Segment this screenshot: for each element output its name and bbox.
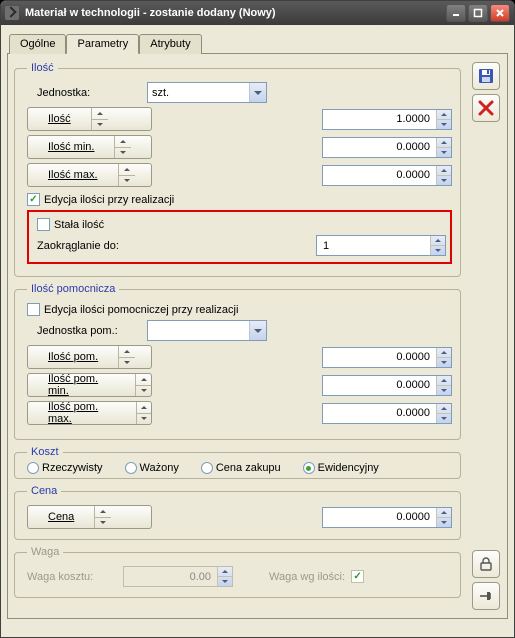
radio-wazony[interactable]: Ważony [125, 462, 179, 474]
ilosc-input[interactable]: 1.0000 [322, 109, 452, 130]
legend-pomoc: Ilość pomocnicza [27, 283, 119, 295]
tab-atrybuty[interactable]: Atrybuty [139, 34, 201, 54]
jednostka-value: szt. [148, 87, 249, 99]
ilosc-pom-min-input[interactable]: 0.0000 [322, 375, 452, 396]
cena-button[interactable]: Cena [27, 505, 152, 529]
radio-rzeczywisty[interactable]: Rzeczywisty [27, 462, 103, 474]
waga-kosztu-input: 0.00 [123, 566, 233, 587]
waga-wg-label: Waga wg ilości: [269, 571, 345, 583]
chevron-down-icon [249, 321, 266, 340]
jednostka-label: Jednostka: [37, 87, 147, 99]
tab-parametry[interactable]: Parametry [66, 34, 139, 54]
ilosc-min-input[interactable]: 0.0000 [322, 137, 452, 158]
close-button[interactable] [490, 4, 510, 22]
zaokraglanie-input[interactable]: 1 [316, 235, 446, 256]
radio-cena-zakupu[interactable]: Cena zakupu [201, 462, 281, 474]
tab-ogolne[interactable]: Ogólne [9, 34, 66, 54]
window-title: Materiał w technologii - zostanie dodany… [25, 7, 446, 19]
jednostka-combo[interactable]: szt. [147, 82, 267, 103]
legend-cena: Cena [27, 485, 61, 497]
ilosc-pom-max-button[interactable]: Ilość pom. max. [27, 401, 152, 425]
legend-ilosc: Ilość [27, 62, 58, 74]
edycja-ilosci-checkbox[interactable]: Edycja ilości przy realizacji [27, 193, 174, 206]
ilosc-pom-max-input[interactable]: 0.0000 [322, 403, 452, 424]
ilosc-max-button[interactable]: Ilość max. [27, 163, 152, 187]
maximize-button[interactable] [468, 4, 488, 22]
waga-wg-checkbox [351, 570, 364, 583]
jednostka-pom-combo[interactable] [147, 320, 267, 341]
zaokraglanie-label: Zaokrąglanie do: [37, 240, 119, 252]
ilosc-pom-button[interactable]: Ilość pom. [27, 345, 152, 369]
waga-kosztu-label: Waga kosztu: [27, 571, 117, 583]
fieldset-waga: Waga Waga kosztu: 0.00 Waga wg ilości: [14, 546, 461, 598]
ilosc-max-input[interactable]: 0.0000 [322, 165, 452, 186]
stala-ilosc-checkbox[interactable]: Stała ilość [37, 218, 104, 231]
chevron-down-icon [249, 83, 266, 102]
ilosc-button[interactable]: Ilość [27, 107, 152, 131]
highlight-box: Stała ilość Zaokrąglanie do: 1 [27, 210, 452, 264]
ilosc-min-button[interactable]: Ilość min. [27, 135, 152, 159]
pin-button[interactable] [472, 582, 500, 610]
legend-waga: Waga [27, 546, 63, 558]
fieldset-ilosc: Ilość Jednostka: szt. Ilość [14, 62, 461, 277]
radio-ewidencyjny[interactable]: Ewidencyjny [303, 462, 379, 474]
save-button[interactable] [472, 62, 500, 90]
app-icon [5, 6, 19, 20]
fieldset-koszt: Koszt Rzeczywisty Ważony Cena zakupu Ewi… [14, 446, 461, 479]
ilosc-pom-min-button[interactable]: Ilość pom. min. [27, 373, 152, 397]
fieldset-pomoc: Ilość pomocnicza Edycja ilości pomocnicz… [14, 283, 461, 440]
fieldset-cena: Cena Cena 0.0000 [14, 485, 461, 540]
edycja-pomoc-checkbox[interactable]: Edycja ilości pomocniczej przy realizacj… [27, 303, 238, 316]
minimize-button[interactable] [446, 4, 466, 22]
cancel-button[interactable] [472, 94, 500, 122]
legend-koszt: Koszt [27, 446, 63, 458]
cena-input[interactable]: 0.0000 [322, 507, 452, 528]
lock-button[interactable] [472, 550, 500, 578]
ilosc-pom-input[interactable]: 0.0000 [322, 347, 452, 368]
jednostka-pom-label: Jednostka pom.: [37, 325, 147, 337]
